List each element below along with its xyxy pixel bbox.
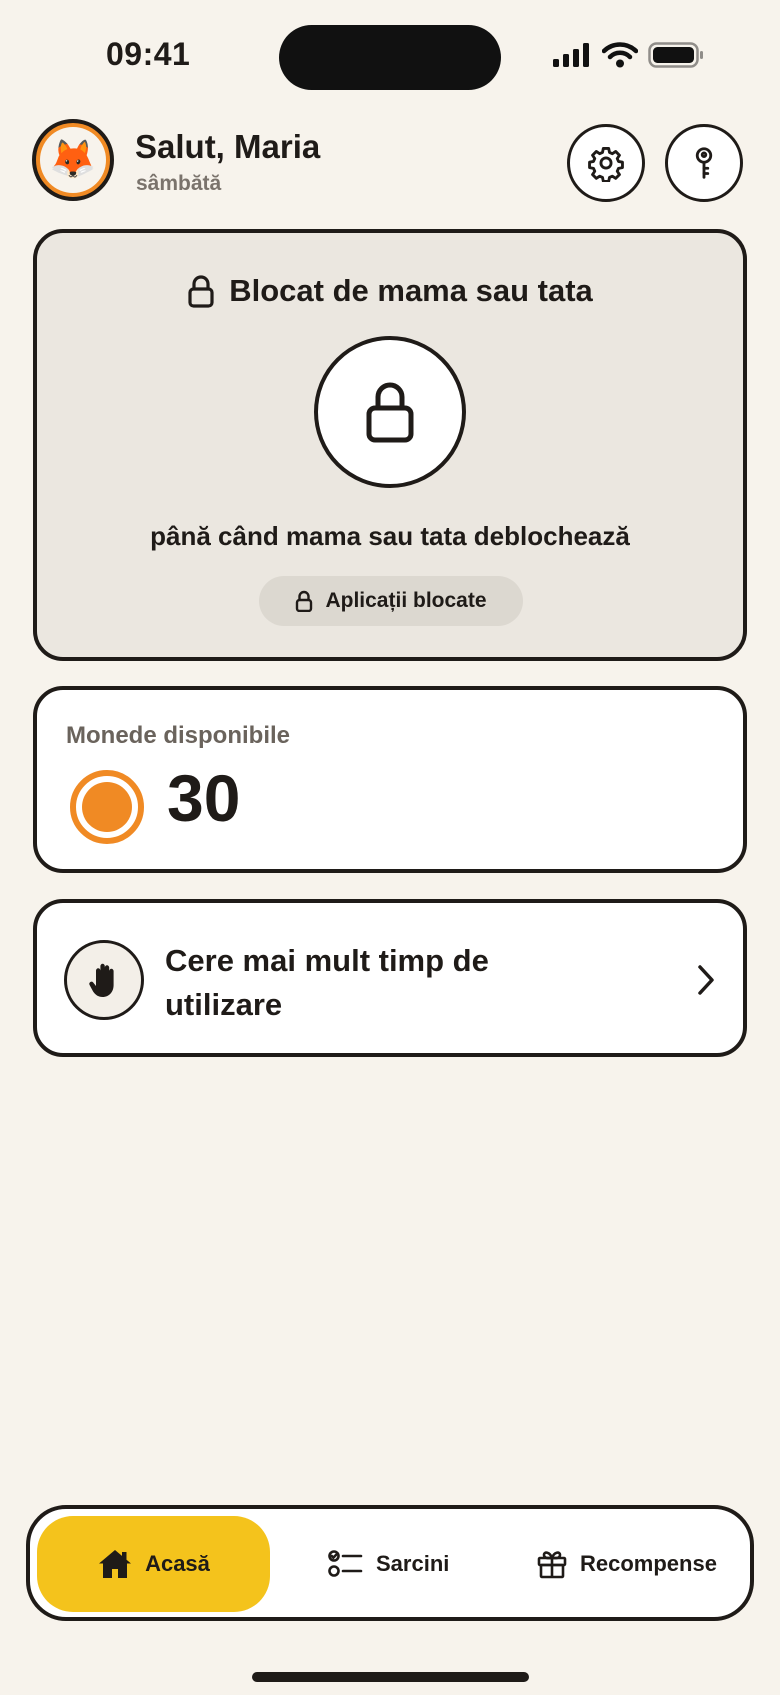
locked-status-card: Blocat de mama sau tata până când mama s…: [33, 229, 747, 661]
gift-icon: [537, 1551, 567, 1579]
request-more-time-card[interactable]: Cere mai mult timp de utilizare: [33, 899, 747, 1057]
nav-rewards-label: Recompense: [580, 1551, 717, 1576]
coins-value: 30: [167, 761, 241, 835]
settings-button[interactable]: [567, 124, 645, 202]
wifi-icon: [602, 42, 638, 68]
raised-hand-icon: [89, 963, 114, 997]
key-icon: [695, 147, 713, 179]
hand-badge: [64, 940, 144, 1020]
home-icon: [99, 1550, 132, 1578]
dynamic-island: [279, 25, 501, 90]
lock-icon: [366, 382, 414, 443]
status-icons: [552, 42, 704, 68]
parent-key-button[interactable]: [665, 124, 743, 202]
nav-rewards-tab[interactable]: Recompense: [536, 1516, 717, 1612]
status-time: 09:41: [106, 36, 191, 72]
coins-card: Monede disponibile 30: [33, 686, 747, 873]
nav-home-tab[interactable]: Acasă: [37, 1516, 270, 1612]
checklist-icon: [328, 1550, 363, 1577]
greeting: Salut, Maria: [135, 128, 321, 165]
coins-label: Monede disponibile: [66, 722, 291, 749]
chevron-right-icon: [698, 965, 714, 995]
battery-icon: [648, 42, 703, 68]
day-label: sâmbătă: [136, 172, 222, 195]
big-lock-badge: [314, 336, 466, 488]
coin-icon: [70, 770, 144, 844]
blocked-apps-button[interactable]: Aplicații blocate: [259, 576, 523, 626]
lock-message: până când mama sau tata deblochează: [150, 521, 630, 551]
nav-home-label: Acasă: [145, 1551, 210, 1576]
blocked-apps-label: Aplicații blocate: [325, 589, 487, 612]
small-lock-icon: [296, 590, 313, 612]
bottom-nav: Acasă Sarcini Recompense: [26, 1505, 754, 1621]
home-indicator[interactable]: [252, 1672, 529, 1682]
lock-title: Blocat de mama sau tata: [229, 273, 593, 308]
nav-tasks-tab[interactable]: Sarcini: [328, 1516, 449, 1612]
fox-avatar-icon: 🦊: [49, 139, 97, 181]
small-lock-icon: [188, 275, 214, 308]
lock-title-row: Blocat de mama sau tata: [37, 273, 743, 309]
avatar-inner: 🦊: [40, 127, 106, 193]
coin-inner: [82, 782, 132, 832]
cellular-signal-icon: [553, 43, 589, 67]
request-more-time-label: Cere mai mult timp de utilizare: [165, 943, 489, 1022]
avatar[interactable]: 🦊: [32, 119, 114, 201]
gear-icon: [588, 147, 624, 182]
nav-tasks-label: Sarcini: [376, 1551, 450, 1576]
